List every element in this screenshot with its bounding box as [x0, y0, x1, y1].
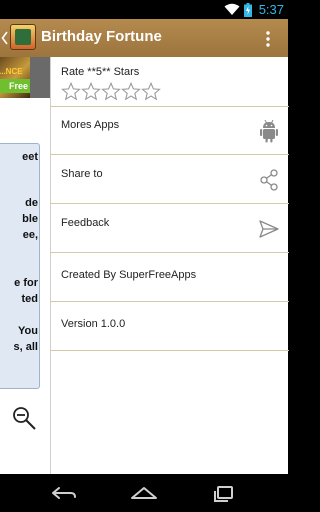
home-icon[interactable]: [129, 483, 159, 503]
recents-icon[interactable]: [209, 483, 239, 503]
share-icon: [260, 169, 278, 191]
drawer-item-feedback[interactable]: Feedback: [51, 204, 289, 253]
star-icon[interactable]: [61, 82, 81, 101]
zoom-out-icon[interactable]: [11, 405, 37, 431]
ad-banner[interactable]: ...NCE Free: [0, 57, 50, 98]
clock: 5:37: [258, 2, 284, 17]
send-icon: [259, 220, 279, 238]
card-line: ee,: [22, 229, 38, 241]
drawer-item-more-apps[interactable]: Mores Apps: [51, 107, 289, 155]
banner-edge: [30, 57, 50, 98]
card-line: eet: [22, 151, 38, 163]
action-bar: Birthday Fortune: [0, 19, 288, 58]
app-title: Birthday Fortune: [41, 28, 162, 45]
card-line: ble: [22, 213, 38, 225]
card-line: You: [18, 325, 38, 337]
wifi-icon: [224, 3, 240, 15]
share-label: Share to: [61, 168, 103, 180]
card-line: ted: [21, 293, 39, 305]
banner-text: ...NCE: [0, 67, 23, 76]
back-icon[interactable]: [49, 483, 79, 503]
system-nav-bar: [0, 474, 288, 512]
drawer-item-credits: Created By SuperFreeApps: [51, 253, 289, 302]
drawer-item-share[interactable]: Share to: [51, 155, 289, 204]
rate-label: Rate **5** Stars: [61, 66, 140, 78]
rating-stars[interactable]: [61, 82, 161, 101]
battery-charging-icon: [244, 3, 252, 17]
status-icons: [224, 3, 252, 17]
more-apps-label: Mores Apps: [61, 119, 120, 131]
star-icon[interactable]: [101, 82, 121, 101]
credits-label: Created By SuperFreeApps: [61, 269, 197, 281]
app-icon[interactable]: [10, 24, 36, 50]
free-badge: Free: [0, 79, 30, 93]
star-icon[interactable]: [121, 82, 141, 101]
drawer-item-rate[interactable]: Rate **5** Stars: [51, 57, 289, 107]
background-content: ...NCE Free eet de ble ee, e for ted You…: [0, 57, 50, 474]
version-label: Version 1.0.0: [61, 318, 126, 330]
drawer-item-version: Version 1.0.0: [51, 302, 289, 351]
card-line: e for: [14, 277, 38, 289]
star-icon[interactable]: [141, 82, 161, 101]
star-icon[interactable]: [81, 82, 101, 101]
status-bar: 5:37: [0, 0, 288, 19]
up-caret-icon[interactable]: [1, 31, 9, 45]
overflow-menu-icon[interactable]: [265, 31, 271, 47]
android-icon: [260, 119, 278, 143]
card-line: s, all: [13, 341, 38, 353]
card-line: de: [25, 197, 38, 209]
navigation-drawer: Rate **5** Stars Mores Apps Share to Fee…: [50, 57, 289, 474]
feedback-label: Feedback: [61, 217, 110, 229]
